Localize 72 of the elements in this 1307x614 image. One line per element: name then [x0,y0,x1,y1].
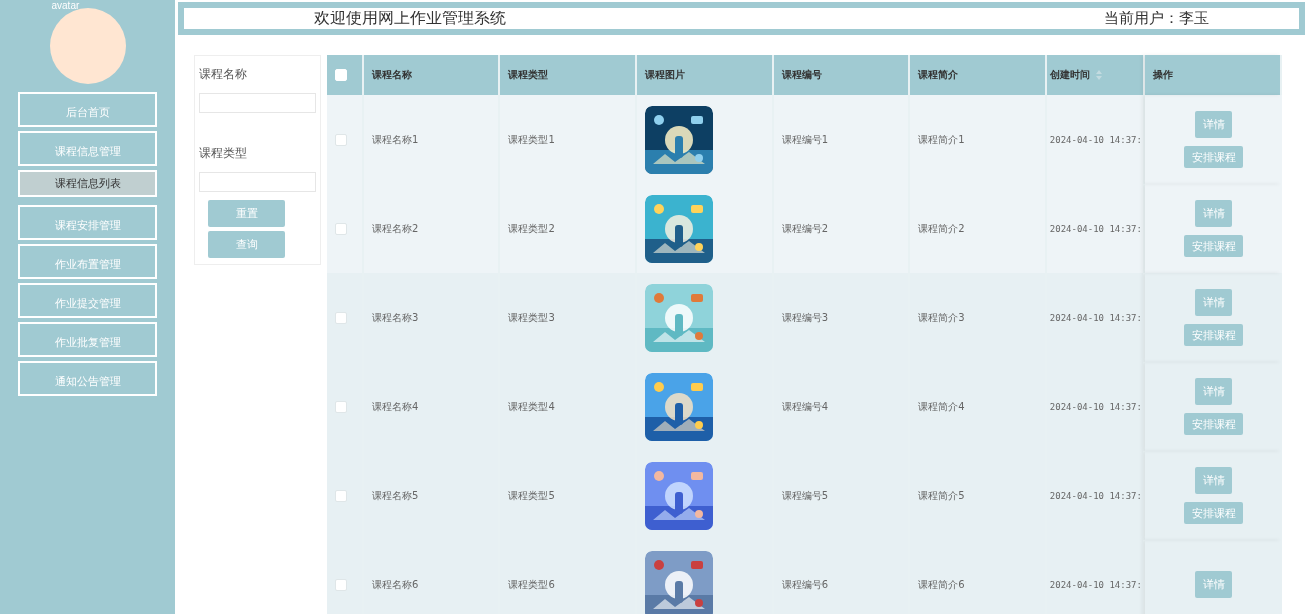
sidebar-menu-item[interactable]: 作业布置管理 [18,244,157,279]
column-header: 课程简介 [918,68,959,82]
table-cell: 课程名称6 [371,577,419,592]
column-header: 课程名称 [371,68,412,82]
table-cell: 课程类型2 [508,221,555,236]
field-label: 课程名称 [199,66,248,83]
field-label: 课程类型 [199,145,248,162]
table-cell: 课程名称5 [371,488,419,503]
row-action-button[interactable]: 详情 [1195,200,1233,227]
row-checkbox[interactable] [335,489,347,502]
row-action-button[interactable]: 安排课程 [1184,324,1244,346]
table-cell: 课程简介2 [918,221,965,236]
column-header: 操作 [1153,68,1174,82]
table-cell: 课程类型4 [508,399,555,414]
table-cell: 2024-04-10 14:37: [1049,223,1142,234]
table-cell: 课程类型1 [508,132,555,147]
column-header: 创建时间 [1049,68,1090,82]
table-cell: 课程编号3 [781,310,828,325]
search-panel-button[interactable]: 查询 [208,231,285,258]
select-all-checkbox[interactable] [335,69,347,81]
column-header: 课程图片 [645,68,686,82]
table-cell: 2024-04-10 14:37: [1049,134,1142,145]
row-action-button[interactable]: 详情 [1195,111,1233,138]
table-cell: 课程编号4 [781,399,828,414]
row-checkbox[interactable] [335,311,347,324]
sidebar-menu-item[interactable]: 课程安排管理 [18,205,157,240]
row-action-button[interactable]: 安排课程 [1184,146,1244,168]
sidebar-menu-item[interactable]: 课程信息管理 [18,131,157,166]
broken-image-alt-text: avatar [51,0,80,11]
row-action-button[interactable]: 安排课程 [1184,413,1244,435]
row-action-button[interactable]: 详情 [1195,571,1233,598]
column-header: 课程编号 [781,68,822,82]
sidebar-menu-item[interactable]: 作业批复管理 [18,322,157,357]
row-checkbox[interactable] [335,578,347,591]
table-cell: 课程名称3 [371,310,419,325]
table-cell: 课程编号1 [781,132,828,147]
row-checkbox[interactable] [335,222,347,235]
table-cell: 2024-04-10 14:37: [1049,579,1142,590]
table-cell: 2024-04-10 14:37: [1049,401,1142,412]
row-action-button[interactable]: 详情 [1195,467,1233,494]
search-field[interactable] [199,172,316,192]
table-cell: 课程编号6 [781,577,828,592]
sidebar-menu-item[interactable]: 通知公告管理 [18,361,157,396]
table-cell: 2024-04-10 14:37: [1049,312,1142,323]
table-cell: 课程简介1 [918,132,965,147]
table-cell: 课程简介5 [918,488,965,503]
current-user: 当前用户：李玉 [1104,9,1209,28]
table-cell: 课程编号2 [781,221,828,236]
table-cell: 课程简介4 [918,399,965,414]
sidebar-menu-item[interactable]: 后台首页 [18,92,157,127]
table-cell: 课程编号5 [781,488,828,503]
row-checkbox[interactable] [335,400,347,413]
table-cell: 课程简介3 [918,310,965,325]
table-cell: 课程类型5 [508,488,555,503]
table-cell: 课程名称1 [371,132,419,147]
search-field[interactable] [199,93,316,113]
row-checkbox[interactable] [335,133,347,146]
table-cell: 课程名称2 [371,221,419,236]
sort-icon[interactable] [1095,70,1102,80]
row-action-button[interactable]: 详情 [1195,289,1233,316]
table-cell: 课程名称4 [371,399,419,414]
sidebar-submenu-item[interactable]: 课程信息列表 [18,170,157,197]
column-header: 课程类型 [508,68,549,82]
search-panel-button[interactable]: 重置 [208,200,285,227]
table-cell: 课程类型6 [508,577,555,592]
table-cell: 课程简介6 [918,577,965,592]
row-action-button[interactable]: 安排课程 [1184,502,1244,524]
table-cell: 课程类型3 [508,310,555,325]
row-action-button[interactable]: 安排课程 [1184,235,1244,257]
row-action-button[interactable]: 详情 [1195,378,1233,405]
table-cell: 2024-04-10 14:37: [1049,490,1142,501]
sidebar-menu-item[interactable]: 作业提交管理 [18,283,157,318]
